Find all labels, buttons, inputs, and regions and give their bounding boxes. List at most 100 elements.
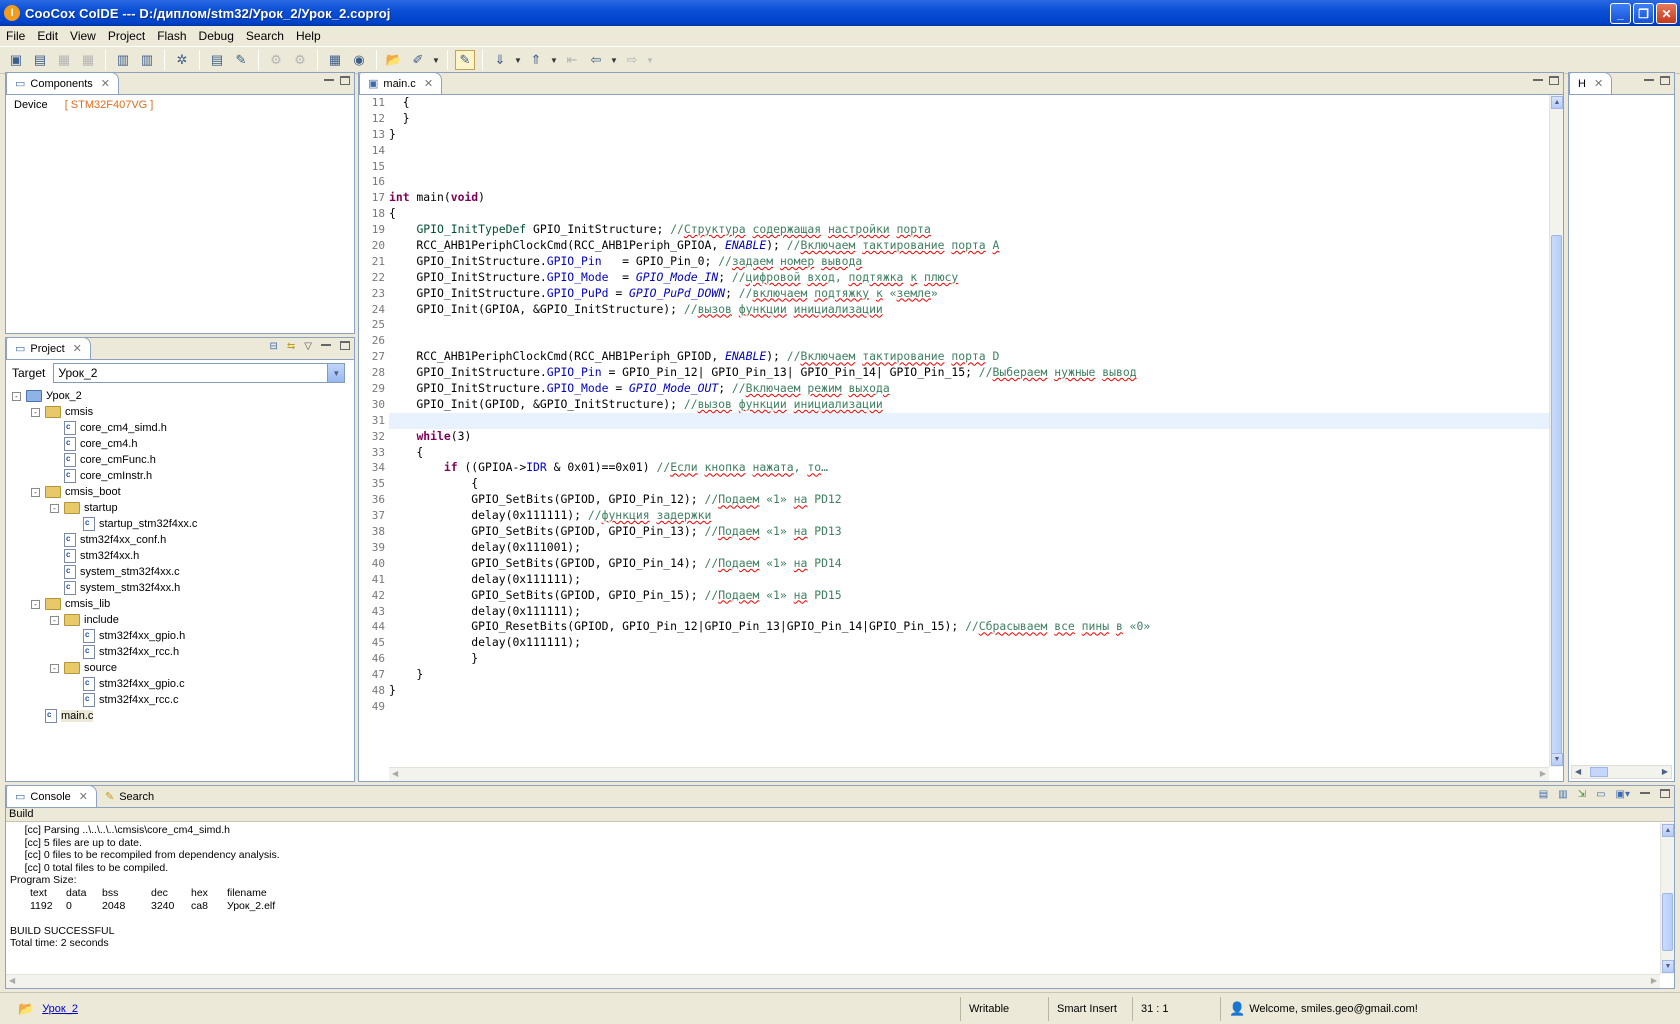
- collapse-toggle-icon[interactable]: -: [31, 407, 40, 417]
- tree-item[interactable]: c core_cmFunc.h: [12, 452, 354, 468]
- scroll-right-icon[interactable]: ▶: [1651, 976, 1657, 985]
- scroll-right-icon[interactable]: ▶: [1662, 767, 1668, 776]
- tools-dropdown-icon[interactable]: ▼: [432, 56, 440, 65]
- tree-item[interactable]: c stm32f4xx_rcc.h: [12, 644, 354, 660]
- code-line[interactable]: delay(0x111111);: [389, 572, 1549, 588]
- code-line[interactable]: delay(0x111001);: [389, 540, 1549, 556]
- tree-item[interactable]: - Урок_2: [12, 388, 354, 404]
- close-icon[interactable]: ✕: [1594, 77, 1603, 90]
- menu-debug[interactable]: Debug: [193, 29, 240, 43]
- code-line[interactable]: [389, 143, 1549, 159]
- minimize-icon[interactable]: [321, 343, 331, 346]
- clear-console-icon[interactable]: ▤: [1539, 789, 1548, 800]
- forward-icon[interactable]: ⇨: [622, 50, 642, 70]
- scroll-down-icon[interactable]: ▼: [1551, 753, 1563, 766]
- prev-annotation-icon[interactable]: ⇑: [526, 50, 546, 70]
- close-icon[interactable]: ✕: [79, 790, 88, 803]
- code-line[interactable]: {: [389, 445, 1549, 461]
- tree-item[interactable]: c stm32f4xx_gpio.c: [12, 676, 354, 692]
- open-folder-icon[interactable]: 📂: [384, 50, 404, 70]
- minimize-icon[interactable]: [1533, 78, 1543, 81]
- code-line[interactable]: GPIO_InitStructure.GPIO_Mode = GPIO_Mode…: [389, 270, 1549, 286]
- tree-item[interactable]: - include: [12, 612, 354, 628]
- tree-item[interactable]: c core_cm4.h: [12, 436, 354, 452]
- tree-item[interactable]: c stm32f4xx_conf.h: [12, 532, 354, 548]
- close-icon[interactable]: ✕: [101, 77, 110, 90]
- menu-view[interactable]: View: [64, 29, 102, 43]
- chevron-down-icon[interactable]: ▼: [327, 364, 345, 382]
- collapse-toggle-icon[interactable]: -: [12, 391, 21, 401]
- console-vscroll[interactable]: ▲ ▼: [1660, 823, 1674, 974]
- code-line[interactable]: [389, 412, 1549, 429]
- code-line[interactable]: delay(0x111111);: [389, 635, 1549, 651]
- tree-item[interactable]: c system_stm32f4xx.h: [12, 580, 354, 596]
- scroll-left-icon[interactable]: ◀: [1575, 767, 1581, 776]
- tree-item[interactable]: c stm32f4xx_gpio.h: [12, 628, 354, 644]
- device-value[interactable]: [ STM32F407VG ]: [65, 99, 154, 111]
- code-line[interactable]: }: [389, 111, 1549, 127]
- close-button[interactable]: ✕: [1656, 3, 1677, 24]
- code-line[interactable]: }: [389, 127, 1549, 143]
- collapse-toggle-icon[interactable]: -: [31, 487, 40, 497]
- menu-file[interactable]: File: [0, 29, 31, 43]
- scroll-up-icon[interactable]: ▲: [1662, 824, 1674, 837]
- erase-icon[interactable]: ✎: [231, 50, 251, 70]
- menu-project[interactable]: Project: [102, 29, 151, 43]
- tree-item[interactable]: - startup: [12, 500, 354, 516]
- scroll-left-icon[interactable]: ◀: [392, 769, 398, 778]
- code-line[interactable]: if ((GPIOA->IDR & 0x01)==0x01) //Если кн…: [389, 460, 1549, 476]
- status-project-link[interactable]: Урок_2: [42, 1003, 78, 1015]
- code-line[interactable]: }: [389, 683, 1549, 699]
- tab-console[interactable]: ▭ Console ✕: [6, 785, 97, 807]
- pin-console-icon[interactable]: ⇲: [1578, 789, 1586, 800]
- debug-config-icon[interactable]: ⚙: [290, 50, 310, 70]
- menu-search[interactable]: Search: [240, 29, 290, 43]
- open-console-icon[interactable]: ▣▾: [1616, 789, 1630, 800]
- tree-item[interactable]: c startup_stm32f4xx.c: [12, 516, 354, 532]
- code-line[interactable]: GPIO_SetBits(GPIOD, GPIO_Pin_12); //Пода…: [389, 492, 1549, 508]
- scroll-thumb[interactable]: [1590, 767, 1608, 777]
- new-file-icon[interactable]: ▤: [30, 50, 50, 70]
- code-line[interactable]: }: [389, 667, 1549, 683]
- tree-item[interactable]: c core_cmInstr.h: [12, 468, 354, 484]
- collapse-toggle-icon[interactable]: -: [50, 503, 59, 513]
- toggle-mark-icon[interactable]: ✎: [455, 50, 475, 70]
- tree-item[interactable]: - cmsis_boot: [12, 484, 354, 500]
- code-line[interactable]: int main(void): [389, 190, 1549, 206]
- back-dropdown-icon[interactable]: ▼: [610, 56, 618, 65]
- menu-flash[interactable]: Flash: [151, 29, 192, 43]
- maximize-icon[interactable]: [340, 341, 350, 350]
- browse-icon[interactable]: ◉: [349, 50, 369, 70]
- scroll-left-icon[interactable]: ◀: [9, 976, 15, 985]
- scroll-lock-icon[interactable]: ▥: [1558, 789, 1567, 800]
- forward-dropdown-icon[interactable]: ▼: [646, 56, 654, 65]
- console-hscroll[interactable]: ◀ ▶: [6, 974, 1660, 988]
- minimize-icon[interactable]: [324, 78, 334, 81]
- tree-item[interactable]: - cmsis: [12, 404, 354, 420]
- code-line[interactable]: GPIO_SetBits(GPIOD, GPIO_Pin_15); //Пода…: [389, 588, 1549, 604]
- tree-item[interactable]: - source: [12, 660, 354, 676]
- code-line[interactable]: }: [389, 651, 1549, 667]
- maximize-icon[interactable]: [1660, 789, 1670, 798]
- next-annotation-icon[interactable]: ⇓: [490, 50, 510, 70]
- menu-edit[interactable]: Edit: [31, 29, 64, 43]
- code-line[interactable]: GPIO_ResetBits(GPIOD, GPIO_Pin_12|GPIO_P…: [389, 619, 1549, 635]
- code-line[interactable]: {: [389, 476, 1549, 492]
- code-line[interactable]: {: [389, 95, 1549, 111]
- next-annotation-dropdown-icon[interactable]: ▼: [514, 56, 522, 65]
- close-icon[interactable]: ✕: [424, 77, 433, 90]
- code-line[interactable]: RCC_AHB1PeriphClockCmd(RCC_AHB1Periph_GP…: [389, 238, 1549, 254]
- outline-hscroll[interactable]: ◀ ▶: [1571, 765, 1672, 779]
- code-line[interactable]: delay(0x111111);: [389, 604, 1549, 620]
- save-icon[interactable]: ▦: [54, 50, 74, 70]
- repository-icon[interactable]: ▦: [325, 50, 345, 70]
- vertical-scrollbar[interactable]: ▲ ▼: [1549, 95, 1563, 767]
- target-select[interactable]: Урок_2 ▼: [53, 363, 346, 383]
- save-all-icon[interactable]: ▦: [78, 50, 98, 70]
- collapse-toggle-icon[interactable]: -: [31, 599, 40, 609]
- code-line[interactable]: GPIO_InitStructure.GPIO_Pin = GPIO_Pin_1…: [389, 365, 1549, 381]
- code-line[interactable]: GPIO_InitStructure.GPIO_Mode = GPIO_Mode…: [389, 381, 1549, 397]
- scroll-thumb[interactable]: [1662, 893, 1673, 951]
- tab-outline[interactable]: H ✕: [1569, 72, 1613, 94]
- collapse-toggle-icon[interactable]: -: [50, 615, 59, 625]
